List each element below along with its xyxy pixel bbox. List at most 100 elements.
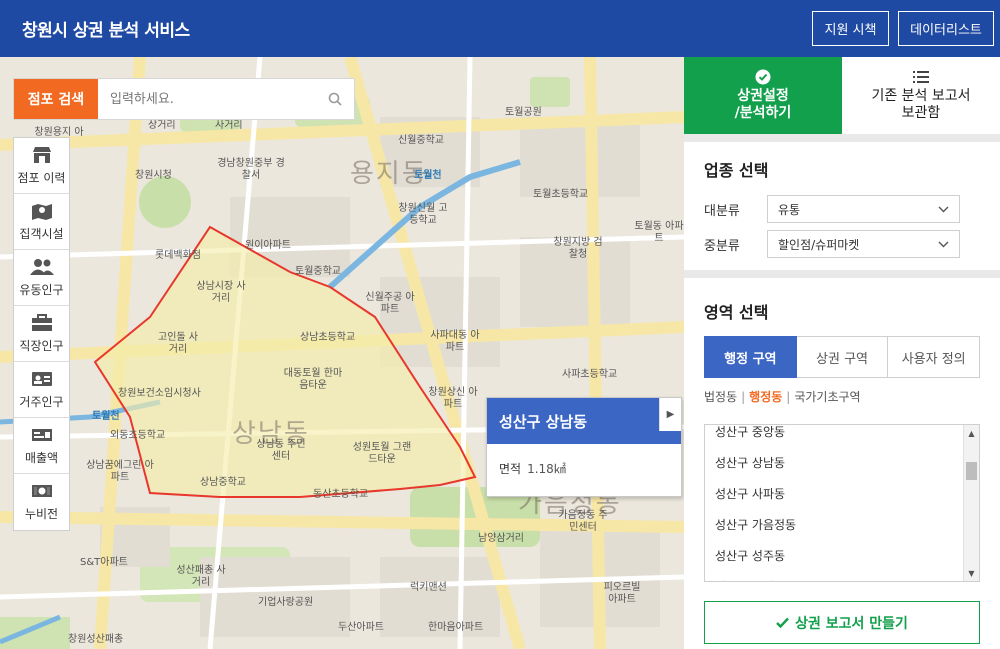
map-label-gyeongnam: 경남창원중부 경찰서 (217, 158, 285, 181)
popup-title: 성산구 상남동 (487, 398, 681, 444)
list-item[interactable]: 성산구 사파동 (705, 478, 979, 509)
map-label-towol-park: 토월공원 (505, 107, 542, 118)
tool-label: 유동인구 (19, 282, 64, 297)
store-search-input[interactable] (98, 79, 316, 119)
map-label-stream-2: 토월천 (92, 411, 120, 422)
map-view[interactable]: 용지동 상남동 가음정동 토월천 토월천 토월공원 신월중학교 토월초등학교 창… (0, 57, 684, 649)
create-report-button[interactable]: 상권 보고서 만들기 (704, 601, 980, 644)
map-label-sangnam-mid: 상남중학교 (200, 477, 246, 488)
section-divider (684, 134, 1000, 142)
list-item[interactable]: 성산구 가음정동 (705, 509, 979, 540)
map-label-towol-apt: 토월동 아파트 (634, 221, 684, 244)
id-card-icon (30, 370, 54, 388)
map-label-sangnam-market: 상남시장 사거리 (196, 281, 246, 304)
industry-section-title: 업종 선택 (704, 161, 769, 180)
subtab-separator: | (741, 389, 746, 404)
tab-label: 상권설정 (737, 87, 789, 104)
tool-attraction[interactable]: 집객시설 (14, 194, 69, 250)
map-label-towol-middle: 토월중학교 (295, 266, 341, 277)
map-label-dongsan: 동산초등학교 (313, 489, 369, 500)
search-icon[interactable] (316, 79, 354, 119)
major-category-select[interactable]: 유통 (767, 195, 960, 223)
scroll-thumb[interactable] (966, 462, 977, 480)
dong-listbox[interactable]: 성산구 중앙동 성산구 상남동 성산구 사파동 성산구 가음정동 성산구 성주동… (704, 424, 980, 582)
panel-tabs: 상권설정 /분석하기 기존 분석 보고서 보관함 (684, 57, 1000, 134)
tool-label: 거주인구 (19, 394, 64, 409)
people-icon (29, 258, 54, 276)
tool-floating-pop[interactable]: 유동인구 (14, 250, 69, 306)
scroll-up-icon[interactable]: ▲ (964, 425, 979, 441)
map-label-oedong: 외동초등학교 (110, 430, 166, 441)
list-item[interactable]: 성산구 성주동 (705, 540, 979, 571)
major-category-row: 대분류 유통 (684, 195, 960, 223)
segment-user-defined[interactable]: 사용자 정의 (888, 336, 981, 378)
tool-label: 누비전 (24, 507, 59, 521)
list-item[interactable]: 성산구 중앙동 (705, 425, 979, 447)
list-icon (913, 69, 929, 85)
list-scrollbar[interactable]: ▲ ▼ (963, 425, 979, 581)
map-label-duksan: 두산아파트 (338, 622, 384, 633)
list-item[interactable]: 성산구 웅남동 (705, 571, 979, 581)
subtab-legal-dong[interactable]: 법정동 (704, 388, 737, 405)
map-label-lucky: 럭키맨션 (410, 582, 447, 593)
map-label-sinwol: 신월주공 아파트 (365, 292, 415, 315)
tab-report-archive[interactable]: 기존 분석 보고서 보관함 (842, 57, 1000, 134)
map-label-sinwol-mid: 신월중학교 (398, 135, 444, 146)
map-label-st: S&T아파트 (80, 557, 128, 568)
app-title: 창원시 상권 분석 서비스 (22, 21, 190, 41)
map-label-cw-seongsan: 창원성산패총 (68, 634, 124, 645)
map-label-sangnam-kkum: 상남꿈에그린 아파트 (86, 460, 154, 483)
map-marker-icon (30, 202, 54, 220)
map-label-sangeori: 상거리 (148, 120, 176, 131)
tool-label: 직장인구 (19, 338, 64, 353)
map-label-namyang: 남양삼거리 (478, 533, 524, 544)
map-label-piorell: 피오르빌 아파트 (603, 582, 641, 605)
tool-label: 매출액 (24, 450, 59, 465)
tab-area-setup[interactable]: 상권설정 /분석하기 (684, 57, 842, 134)
list-item[interactable]: 성산구 상남동 (705, 447, 979, 478)
major-category-label: 대분류 (704, 203, 740, 219)
scroll-down-icon[interactable]: ▼ (964, 565, 979, 581)
store-icon (30, 146, 54, 164)
subtab-admin-dong[interactable]: 행정동 (749, 388, 782, 405)
map-label-sangnam-center: 상남동 주민센터 (256, 439, 306, 462)
map-label-sapa: 사파대동 아파트 (430, 330, 480, 353)
minor-category-row: 중분류 할인점/슈퍼마켓 (684, 230, 960, 258)
popup-body: 면적 1.18㎢ (487, 444, 681, 493)
segment-commercial-area[interactable]: 상권 구역 (796, 336, 889, 378)
store-search-bar: 점포 검색 (13, 78, 355, 120)
map-label-cw-court: 창원지방 검찰청 (553, 237, 603, 260)
analysis-panel: 상권설정 /분석하기 기존 분석 보고서 보관함 업종 선택 대분류 유통 중분… (684, 57, 1000, 649)
subtab-basic-zone[interactable]: 국가기초구역 (794, 388, 860, 405)
tool-resident-pop[interactable]: 거주인구 (14, 362, 69, 418)
tool-sales[interactable]: 매출액 (14, 418, 69, 474)
tab-label: /분석하기 (734, 105, 792, 121)
minor-category-select[interactable]: 할인점/슈퍼마켓 (767, 230, 960, 258)
tool-label: 집객시설 (19, 226, 64, 241)
tool-nubijeon[interactable]: 누비전 (14, 474, 69, 530)
map-tool-panel: 점포 이력 집객시설 유동인구 직장인구 거주인구 매출액 누비전 (13, 137, 70, 531)
area-label: 면적 (499, 462, 522, 476)
area-value: 1.18㎢ (527, 462, 566, 476)
map-label-cw-city: 창원시청 (135, 170, 172, 181)
support-policy-button[interactable]: 지원 시책 (812, 11, 889, 46)
store-search-label: 점포 검색 (14, 79, 98, 119)
map-label-seongsan: 성산패총 사거리 (176, 565, 226, 588)
map-label-stream: 토월천 (414, 170, 442, 181)
tool-worker-pop[interactable]: 직장인구 (14, 306, 69, 362)
segment-admin-area[interactable]: 행정 구역 (704, 336, 797, 378)
tool-store-history[interactable]: 점포 이력 (14, 138, 69, 194)
chevron-right-icon[interactable]: ▶ (659, 398, 681, 431)
receipt-icon (30, 426, 54, 444)
map-label-towol-elem: 토월초등학교 (533, 189, 589, 200)
dong-type-tabs: 법정동 | 행정동 | 국가기초구역 (704, 388, 861, 405)
area-section-title: 영역 선택 (704, 303, 769, 322)
data-list-button[interactable]: 데이터리스트 (898, 11, 994, 46)
map-label-goin: 고인돌 사거리 (158, 332, 198, 355)
map-label-sangnam-elem: 상남초등학교 (300, 332, 356, 343)
tab-label: 보관함 (901, 105, 941, 121)
top-header: 창원시 상권 분석 서비스 지원 시책 데이터리스트 (0, 0, 1000, 57)
subtab-separator: | (786, 389, 791, 404)
app-root: 창원시 상권 분석 서비스 지원 시책 데이터리스트 용지동 상남동 가음정동 … (0, 0, 1000, 649)
create-report-label: 상권 보고서 만들기 (795, 615, 908, 632)
